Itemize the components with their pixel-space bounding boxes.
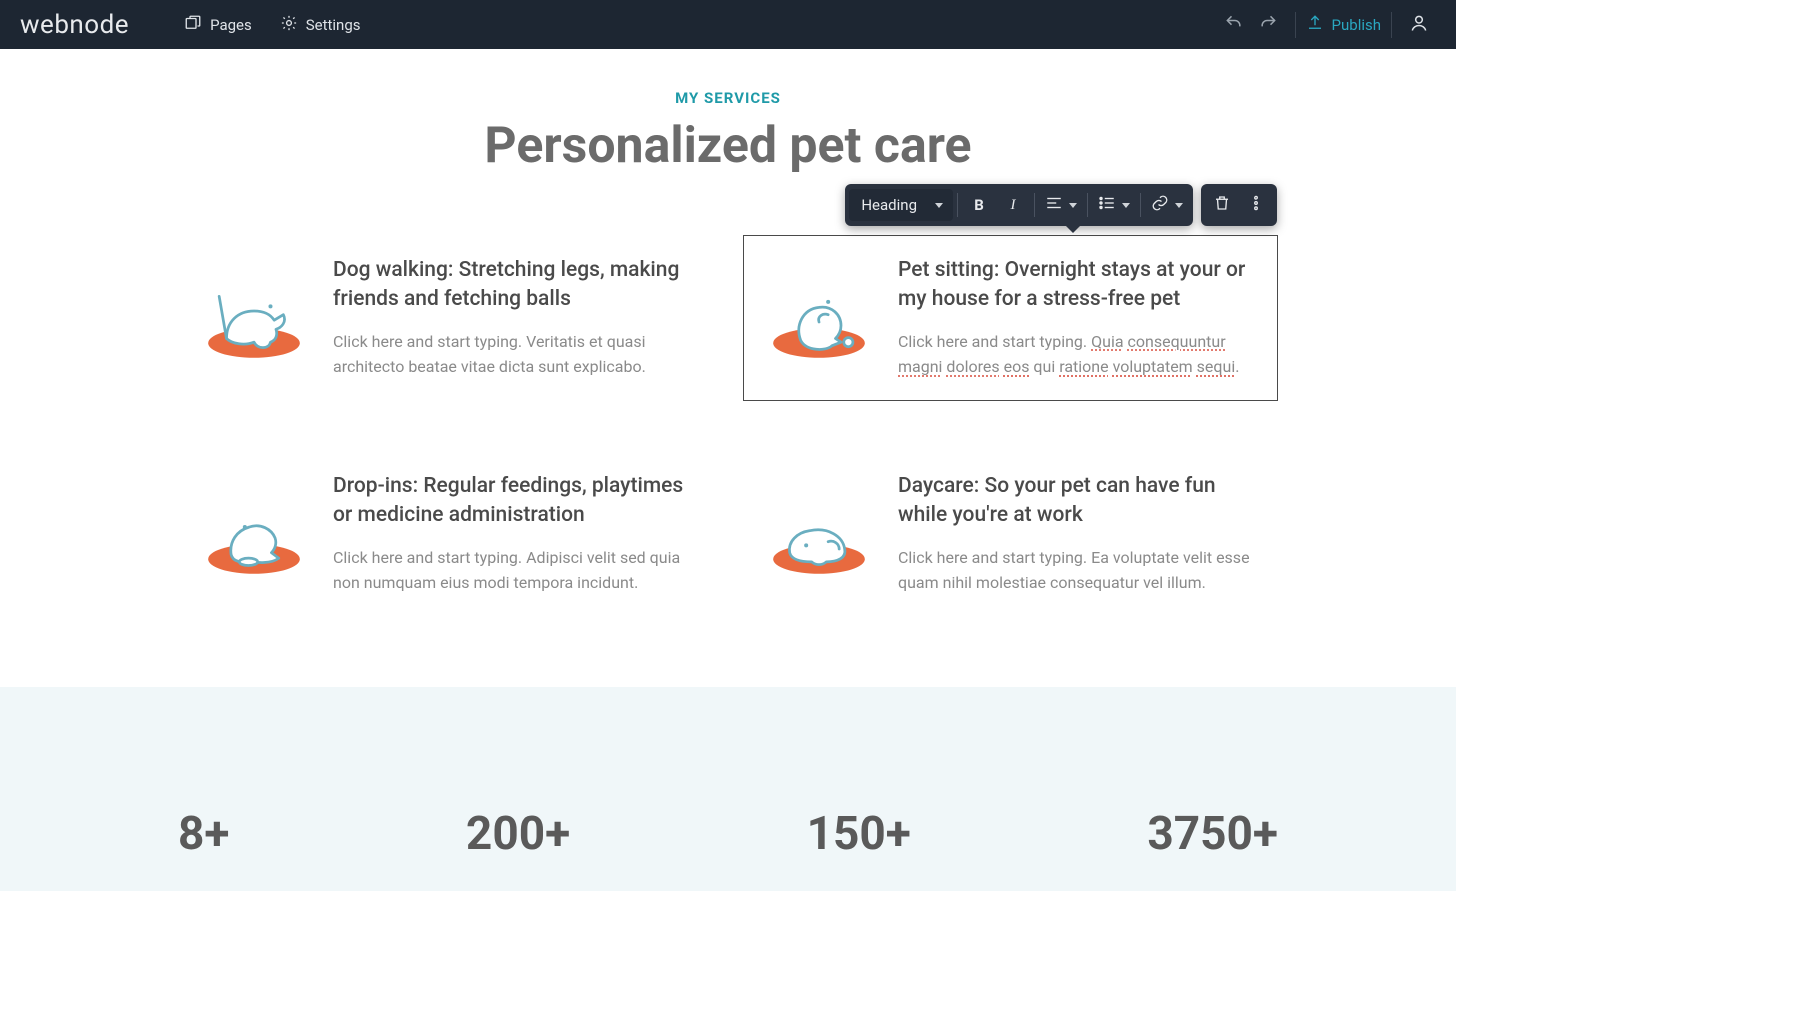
divider [1391,12,1392,38]
more-vertical-icon [1247,194,1265,216]
section-eyebrow[interactable]: MY SERVICES [0,89,1456,107]
nav-pages[interactable]: Pages [184,14,252,36]
chevron-down-icon [1122,203,1130,208]
services-grid: Dog walking: Stretching legs, making fri… [178,235,1278,617]
service-illustration [199,472,309,582]
page-canvas[interactable]: MY SERVICES Personalized pet care Dog wa… [0,49,1456,891]
service-card[interactable]: Drop-ins: Regular feedings, playtimes or… [178,451,713,617]
upload-icon [1306,14,1324,36]
page-title[interactable]: Personalized pet care [0,117,1456,175]
service-illustration [764,472,874,582]
align-button[interactable] [1039,188,1083,222]
service-title[interactable]: Daycare: So your pet can have fun while … [898,472,1257,531]
service-card[interactable]: Dog walking: Stretching legs, making fri… [178,235,713,401]
service-title[interactable]: Dog walking: Stretching legs, making fri… [333,256,692,315]
service-title[interactable]: Pet sitting: Overnight stays at your or … [898,256,1257,315]
service-body[interactable]: Click here and start typing. Quia conseq… [898,329,1257,380]
chevron-down-icon [1175,203,1183,208]
service-body[interactable]: Click here and start typing. Ea voluptat… [898,545,1257,596]
pages-icon [184,14,202,36]
undo-icon [1224,13,1244,37]
service-card[interactable]: Daycare: So your pet can have fun while … [743,451,1278,617]
nav-pages-label: Pages [210,16,252,34]
redo-icon [1258,13,1278,37]
gear-icon [280,14,298,36]
nav-settings-label: Settings [306,16,361,34]
service-illustration [199,256,309,366]
divider [1295,12,1296,38]
service-title[interactable]: Drop-ins: Regular feedings, playtimes or… [333,472,692,531]
chevron-down-icon [1069,203,1077,208]
account-button[interactable] [1402,8,1436,42]
service-body[interactable]: Click here and start typing. Veritatis e… [333,329,692,380]
align-left-icon [1045,194,1063,216]
redo-button[interactable] [1251,8,1285,42]
chevron-down-icon [935,203,943,208]
text-format-toolbar: Heading B I [845,184,1277,226]
stats-section[interactable]: 8+ 200+ 150+ 3750+ [0,687,1456,891]
list-button[interactable] [1092,188,1136,222]
list-icon [1098,194,1116,216]
service-card-selected[interactable]: Heading B I [743,235,1278,401]
publish-label: Publish [1332,16,1381,34]
link-icon [1151,194,1169,216]
text-style-select[interactable]: Heading [849,189,953,221]
service-body[interactable]: Click here and start typing. Adipisci ve… [333,545,692,596]
stat-value[interactable]: 150+ [807,807,911,861]
stat-value[interactable]: 8+ [178,807,229,861]
link-button[interactable] [1145,188,1189,222]
nav-settings[interactable]: Settings [280,14,361,36]
trash-icon [1213,194,1231,216]
stat-value[interactable]: 200+ [466,807,570,861]
stat-value[interactable]: 3750+ [1147,807,1278,861]
service-illustration [764,256,874,366]
undo-button[interactable] [1217,8,1251,42]
more-button[interactable] [1239,188,1273,222]
person-icon [1409,13,1429,37]
delete-button[interactable] [1205,188,1239,222]
brand-logo: webnode [20,10,129,40]
text-style-label: Heading [861,196,917,214]
italic-button[interactable]: I [996,188,1030,222]
publish-button[interactable]: Publish [1306,14,1381,36]
bold-button[interactable]: B [962,188,996,222]
app-topbar: webnode Pages Settings Publish [0,0,1456,49]
